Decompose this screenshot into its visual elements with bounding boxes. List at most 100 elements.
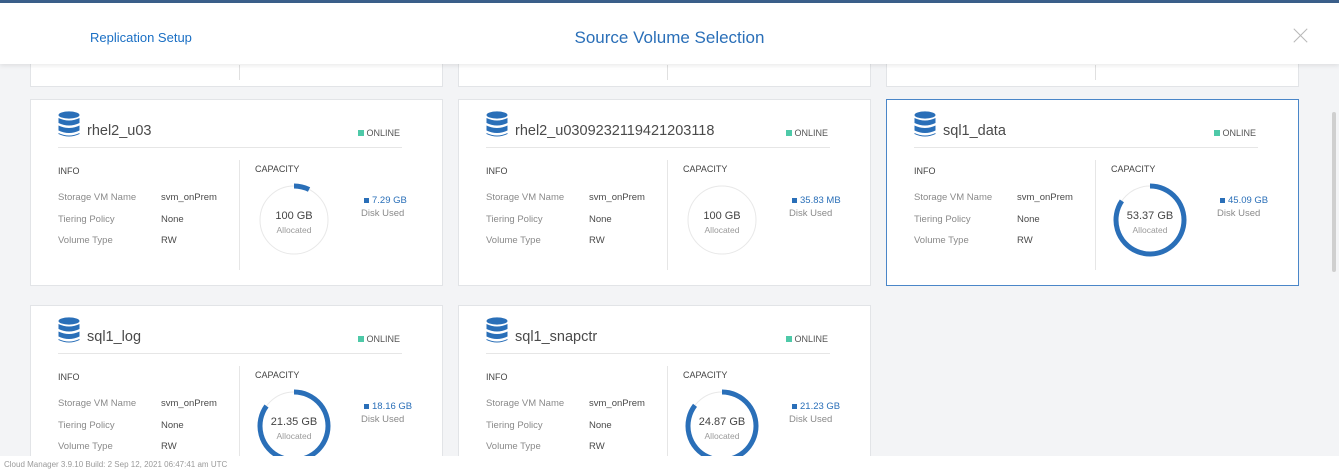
- status-badge: ONLINE: [786, 128, 828, 138]
- legend-swatch: [792, 404, 797, 409]
- volume-type-value: RW: [161, 441, 177, 452]
- storage-vm-value: svm_onPrem: [589, 192, 645, 203]
- disk-used-value: 45.09 GB: [1228, 195, 1269, 206]
- volume-type-row: Volume Type RW: [486, 235, 605, 246]
- disk-used: 35.83 MB: [792, 195, 841, 206]
- divider: [486, 147, 830, 148]
- storage-vm-row: Storage VM Name svm_onPrem: [486, 398, 645, 409]
- close-icon[interactable]: [1293, 27, 1309, 43]
- storage-vm-row: Storage VM Name svm_onPrem: [486, 192, 645, 203]
- status-text: ONLINE: [366, 128, 400, 138]
- divider: [667, 366, 668, 456]
- online-indicator: [358, 336, 365, 342]
- usage-arc: [293, 183, 311, 192]
- storage-vm-label: Storage VM Name: [486, 192, 565, 203]
- storage-vm-row: Storage VM Name svm_onPrem: [58, 192, 217, 203]
- volume-type-value: RW: [589, 235, 605, 246]
- legend-swatch: [364, 198, 369, 203]
- divider: [667, 160, 668, 270]
- status-badge: ONLINE: [1214, 128, 1256, 138]
- status-badge: ONLINE: [786, 334, 828, 344]
- volume-name: sql1_snapctr: [515, 329, 598, 345]
- tiering-value: None: [589, 214, 612, 225]
- partial-volume-card[interactable]: [886, 64, 1299, 87]
- volume-type-label: Volume Type: [58, 235, 113, 246]
- disk-used-value: 21.23 GB: [800, 401, 841, 412]
- storage-vm-label: Storage VM Name: [486, 398, 565, 409]
- disk-used-label: Disk Used: [789, 414, 833, 425]
- capacity-heading: CAPACITY: [683, 370, 728, 380]
- tiering-value: None: [589, 420, 612, 431]
- info-heading: INFO: [914, 166, 936, 176]
- volume-type-label: Volume Type: [486, 441, 541, 452]
- database-icon: [486, 317, 508, 343]
- disk-used-label: Disk Used: [1217, 208, 1261, 219]
- info-heading: INFO: [58, 372, 80, 382]
- storage-vm-row: Storage VM Name svm_onPrem: [58, 398, 217, 409]
- divider: [1095, 160, 1096, 270]
- volume-name: rhel2_u03: [87, 123, 152, 139]
- capacity-heading: CAPACITY: [255, 164, 300, 174]
- volume-type-row: Volume Type RW: [58, 441, 177, 452]
- volume-card-rhel2_u0309232119421203118[interactable]: rhel2_u0309232119421203118 ONLINE INFO S…: [458, 99, 871, 286]
- partial-volume-card[interactable]: [30, 64, 443, 87]
- volume-name: rhel2_u0309232119421203118: [515, 123, 715, 139]
- volume-card-rhel2_u03[interactable]: rhel2_u03 ONLINE INFO Storage VM Name sv…: [30, 99, 443, 286]
- allocated-label: Allocated: [704, 431, 740, 441]
- volume-name: sql1_log: [87, 329, 142, 345]
- volume-card-sql1_data[interactable]: sql1_data ONLINE INFO Storage VM Name sv…: [886, 99, 1299, 286]
- database-icon: [486, 111, 508, 137]
- database-icon: [914, 111, 936, 137]
- disk-used-label: Disk Used: [361, 208, 405, 219]
- tiering-value: None: [161, 214, 184, 225]
- scrollbar[interactable]: [1329, 64, 1339, 456]
- volume-type-value: RW: [1017, 235, 1033, 246]
- legend-swatch: [792, 198, 797, 203]
- divider: [58, 147, 402, 148]
- allocated-label: Allocated: [1132, 225, 1168, 235]
- capacity-heading: CAPACITY: [255, 370, 300, 380]
- allocated-value: 53.37 GB: [1126, 210, 1174, 222]
- allocated-label: Allocated: [704, 225, 740, 235]
- storage-vm-value: svm_onPrem: [589, 398, 645, 409]
- tiering-row: Tiering Policy None: [58, 420, 184, 431]
- disk-used-value: 35.83 MB: [800, 195, 841, 206]
- status-text: ONLINE: [1222, 128, 1256, 138]
- tiering-value: None: [161, 420, 184, 431]
- partial-volume-card[interactable]: [458, 64, 871, 87]
- volume-card-sql1_log[interactable]: sql1_log ONLINE INFO Storage VM Name svm…: [30, 305, 443, 456]
- build-info: Cloud Manager 3.9.10 Build: 2 Sep 12, 20…: [4, 460, 228, 469]
- tiering-row: Tiering Policy None: [486, 420, 612, 431]
- storage-vm-value: svm_onPrem: [161, 192, 217, 203]
- disk-used: 21.23 GB: [792, 401, 840, 412]
- volume-card-sql1_snapctr[interactable]: sql1_snapctr ONLINE INFO Storage VM Name…: [458, 305, 871, 456]
- storage-vm-label: Storage VM Name: [58, 398, 137, 409]
- info-heading: INFO: [486, 372, 508, 382]
- divider: [914, 147, 1258, 148]
- info-heading: INFO: [486, 166, 508, 176]
- volume-type-row: Volume Type RW: [486, 441, 605, 452]
- tiering-label: Tiering Policy: [58, 214, 115, 225]
- volume-grid: rhel2_u03 ONLINE INFO Storage VM Name sv…: [0, 64, 1339, 456]
- disk-used-label: Disk Used: [361, 414, 405, 425]
- volume-type-row: Volume Type RW: [914, 235, 1033, 246]
- storage-vm-label: Storage VM Name: [914, 192, 993, 203]
- footer: Cloud Manager 3.9.10 Build: 2 Sep 12, 20…: [0, 456, 1339, 473]
- tiering-label: Tiering Policy: [58, 420, 115, 431]
- disk-used-value: 18.16 GB: [372, 401, 413, 412]
- volume-type-value: RW: [589, 441, 605, 452]
- database-icon: [58, 111, 80, 137]
- divider: [486, 353, 830, 354]
- capacity-heading: CAPACITY: [1111, 164, 1156, 174]
- volume-type-label: Volume Type: [486, 235, 541, 246]
- volume-name: sql1_data: [943, 123, 1006, 139]
- status-text: ONLINE: [794, 334, 828, 344]
- scrollbar-thumb[interactable]: [1332, 112, 1336, 272]
- database-icon: [58, 317, 80, 343]
- online-indicator: [786, 130, 793, 136]
- divider: [239, 366, 240, 456]
- tiering-row: Tiering Policy None: [58, 214, 184, 225]
- header-bar: Replication Setup Source Volume Selectio…: [0, 3, 1339, 64]
- disk-used: 7.29 GB: [364, 195, 407, 206]
- legend-swatch: [1220, 198, 1225, 203]
